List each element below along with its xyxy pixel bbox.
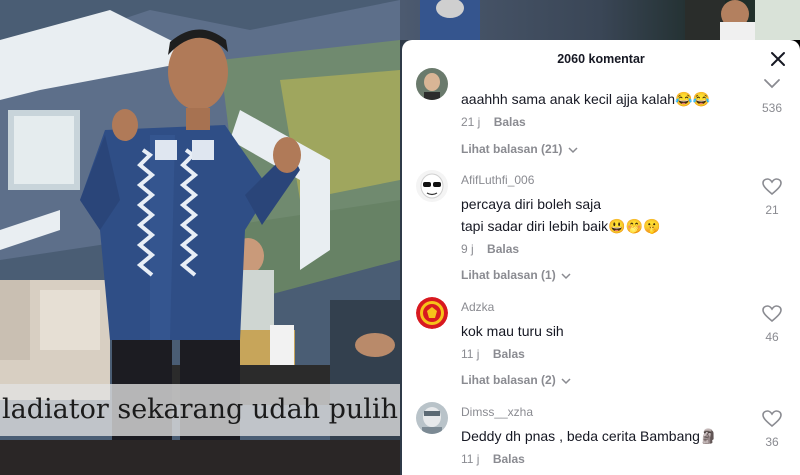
user-avatar-icon (416, 68, 448, 100)
chevron-down-icon (561, 273, 571, 279)
view-replies-label: Lihat balasan (21) (461, 142, 563, 156)
comment-username[interactable]: Dimss__xzha (461, 405, 533, 419)
chevron-down-icon (561, 378, 571, 384)
like-count: 46 (765, 330, 779, 344)
video-frame[interactable]: ladiator sekarang udah pulih (0, 0, 400, 475)
comment-meta: 11 j Balas (461, 347, 525, 361)
like-button[interactable]: 536 (758, 76, 786, 115)
avatar[interactable] (416, 68, 448, 100)
comment-meta: 9 j Balas (461, 242, 519, 256)
manchester-united-badge-icon (416, 297, 448, 329)
user-avatar-icon (416, 170, 448, 202)
background-video-strip (400, 0, 800, 40)
reply-button[interactable]: Balas (493, 347, 525, 361)
view-replies-label: Lihat balasan (2) (461, 373, 556, 387)
view-replies-button[interactable]: Lihat balasan (21) (461, 142, 578, 156)
comment-text: Deddy dh pnas , beda cerita Bambang🗿 (461, 428, 718, 444)
video-caption: ladiator sekarang udah pulih (0, 384, 400, 436)
close-icon (771, 52, 785, 66)
comment-time: 21 j (461, 115, 481, 129)
comment-text-line-2: tapi sadar diri lebih baik😃🤭🤫 (461, 218, 661, 234)
comment-username[interactable]: Adzka (461, 300, 494, 314)
chevron-heart-icon (764, 79, 780, 89)
avatar[interactable] (416, 297, 448, 329)
comment-time: 11 j (461, 452, 480, 466)
background-video-scene (420, 0, 800, 40)
like-button[interactable]: 21 (758, 178, 786, 217)
view-replies-button[interactable]: Lihat balasan (1) (461, 268, 571, 282)
like-count: 21 (765, 203, 779, 217)
comment-text: aaahhh sama anak kecil ajja kalah😂😂 (461, 91, 710, 107)
heart-icon (762, 305, 782, 323)
heart-icon (762, 178, 782, 196)
comment-username[interactable]: AfifLuthfi_006 (461, 173, 534, 187)
like-count: 36 (765, 435, 779, 449)
heart-icon (762, 410, 782, 428)
view-replies-label: Lihat balasan (1) (461, 268, 556, 282)
comments-panel: 2060 komentar aaahhh sama anak kecil ajj… (402, 40, 800, 475)
comment-text: kok mau turu sih (461, 323, 564, 339)
reply-button[interactable]: Balas (487, 242, 519, 256)
comment-time: 9 j (461, 242, 474, 256)
avatar[interactable] (416, 170, 448, 202)
like-count: 536 (761, 101, 783, 115)
like-button[interactable]: 46 (758, 305, 786, 344)
reply-button[interactable]: Balas (493, 452, 525, 466)
user-avatar-icon (416, 402, 448, 434)
comment-text-line-1: percaya diri boleh saja (461, 196, 602, 212)
reply-button[interactable]: Balas (494, 115, 526, 129)
comment-time: 11 j (461, 347, 480, 361)
comment-meta: 11 j Balas (461, 452, 525, 466)
view-replies-button[interactable]: Lihat balasan (2) (461, 373, 571, 387)
comments-count-title: 2060 komentar (557, 52, 645, 66)
like-button[interactable]: 36 (758, 410, 786, 449)
chevron-down-icon (568, 147, 578, 153)
close-button[interactable] (768, 49, 788, 69)
avatar[interactable] (416, 402, 448, 434)
comment-meta: 21 j Balas (461, 115, 526, 129)
